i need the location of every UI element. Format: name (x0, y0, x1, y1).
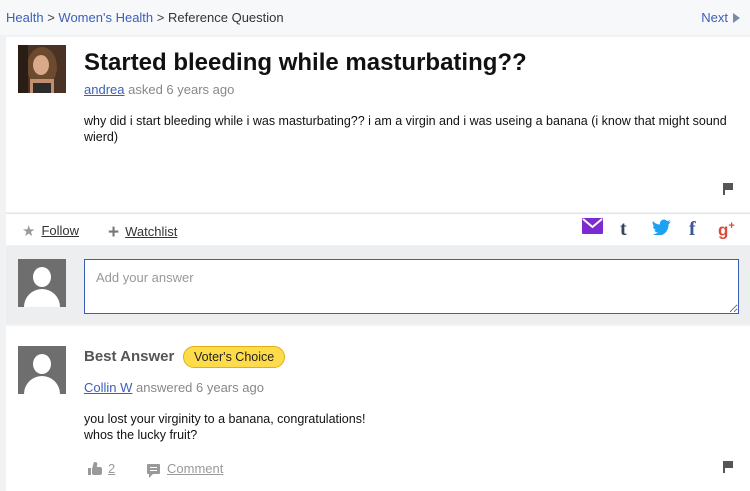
comment-icon (147, 464, 160, 478)
answer-meta: Collin W answered 6 years ago (84, 380, 264, 395)
next-question-link[interactable]: Next (701, 10, 740, 25)
best-answer-label: Best Answer (84, 348, 175, 365)
follow-label: Follow (41, 223, 80, 238)
answerer-name-link[interactable]: Collin W (84, 380, 132, 395)
breadcrumb-separator: > (156, 10, 165, 25)
plus-icon: + (108, 222, 120, 243)
add-answer-input[interactable] (84, 259, 739, 314)
answer-line: you lost your virginity to a banana, con… (84, 412, 366, 426)
question-card: Started bleeding while masturbating?? an… (6, 37, 750, 212)
current-user-avatar (18, 259, 66, 307)
google-plus-icon[interactable]: g+ (718, 220, 735, 241)
like-count: 2 (108, 461, 116, 476)
breadcrumb-link-womens-health[interactable]: Women's Health (58, 10, 153, 25)
watchlist-button[interactable]: + Watchlist (108, 222, 177, 244)
add-answer-section (6, 246, 750, 324)
facebook-icon[interactable]: f (689, 218, 696, 241)
triangle-right-icon (733, 13, 740, 23)
like-button[interactable]: 2 (88, 461, 115, 476)
answer-line: whos the lucky fruit? (84, 428, 198, 442)
breadcrumb: Health > Women's Health > Reference Ques… (0, 0, 750, 35)
comment-label: Comment (167, 461, 224, 476)
tumblr-icon[interactable]: t (620, 218, 627, 241)
next-label: Next (701, 10, 728, 25)
follow-button[interactable]: ★ Follow (22, 222, 79, 240)
comment-button[interactable]: Comment (147, 461, 224, 478)
answerer-avatar[interactable] (18, 346, 66, 394)
question-actions-bar: ★ Follow + Watchlist t f g+ (6, 213, 750, 245)
breadcrumb-current: Reference Question (168, 10, 284, 25)
breadcrumb-link-health[interactable]: Health (6, 10, 44, 25)
watchlist-label: Watchlist (125, 224, 178, 239)
voters-choice-badge: Voter's Choice (183, 346, 286, 368)
mail-icon[interactable] (582, 217, 603, 240)
asker-avatar[interactable] (18, 45, 66, 93)
report-question-flag-icon[interactable] (723, 183, 733, 195)
page: Health > Women's Health > Reference Ques… (0, 0, 750, 491)
asked-time: asked 6 years ago (128, 82, 235, 97)
question-meta: andrea asked 6 years ago (84, 82, 234, 97)
best-answer-card: Best Answer Voter's Choice Collin W answ… (6, 326, 750, 491)
breadcrumb-separator: > (47, 10, 55, 25)
question-body: why did i start bleeding while i was mas… (84, 114, 727, 144)
report-answer-flag-icon[interactable] (723, 461, 733, 473)
answer-body: you lost your virginity to a banana, con… (84, 411, 365, 443)
answered-time: answered 6 years ago (136, 380, 264, 395)
asker-name-link[interactable]: andrea (84, 82, 124, 97)
question-title: Started bleeding while masturbating?? (84, 49, 527, 76)
twitter-icon[interactable] (652, 219, 672, 240)
star-icon: ★ (22, 223, 36, 240)
thumbs-up-icon (88, 461, 102, 475)
